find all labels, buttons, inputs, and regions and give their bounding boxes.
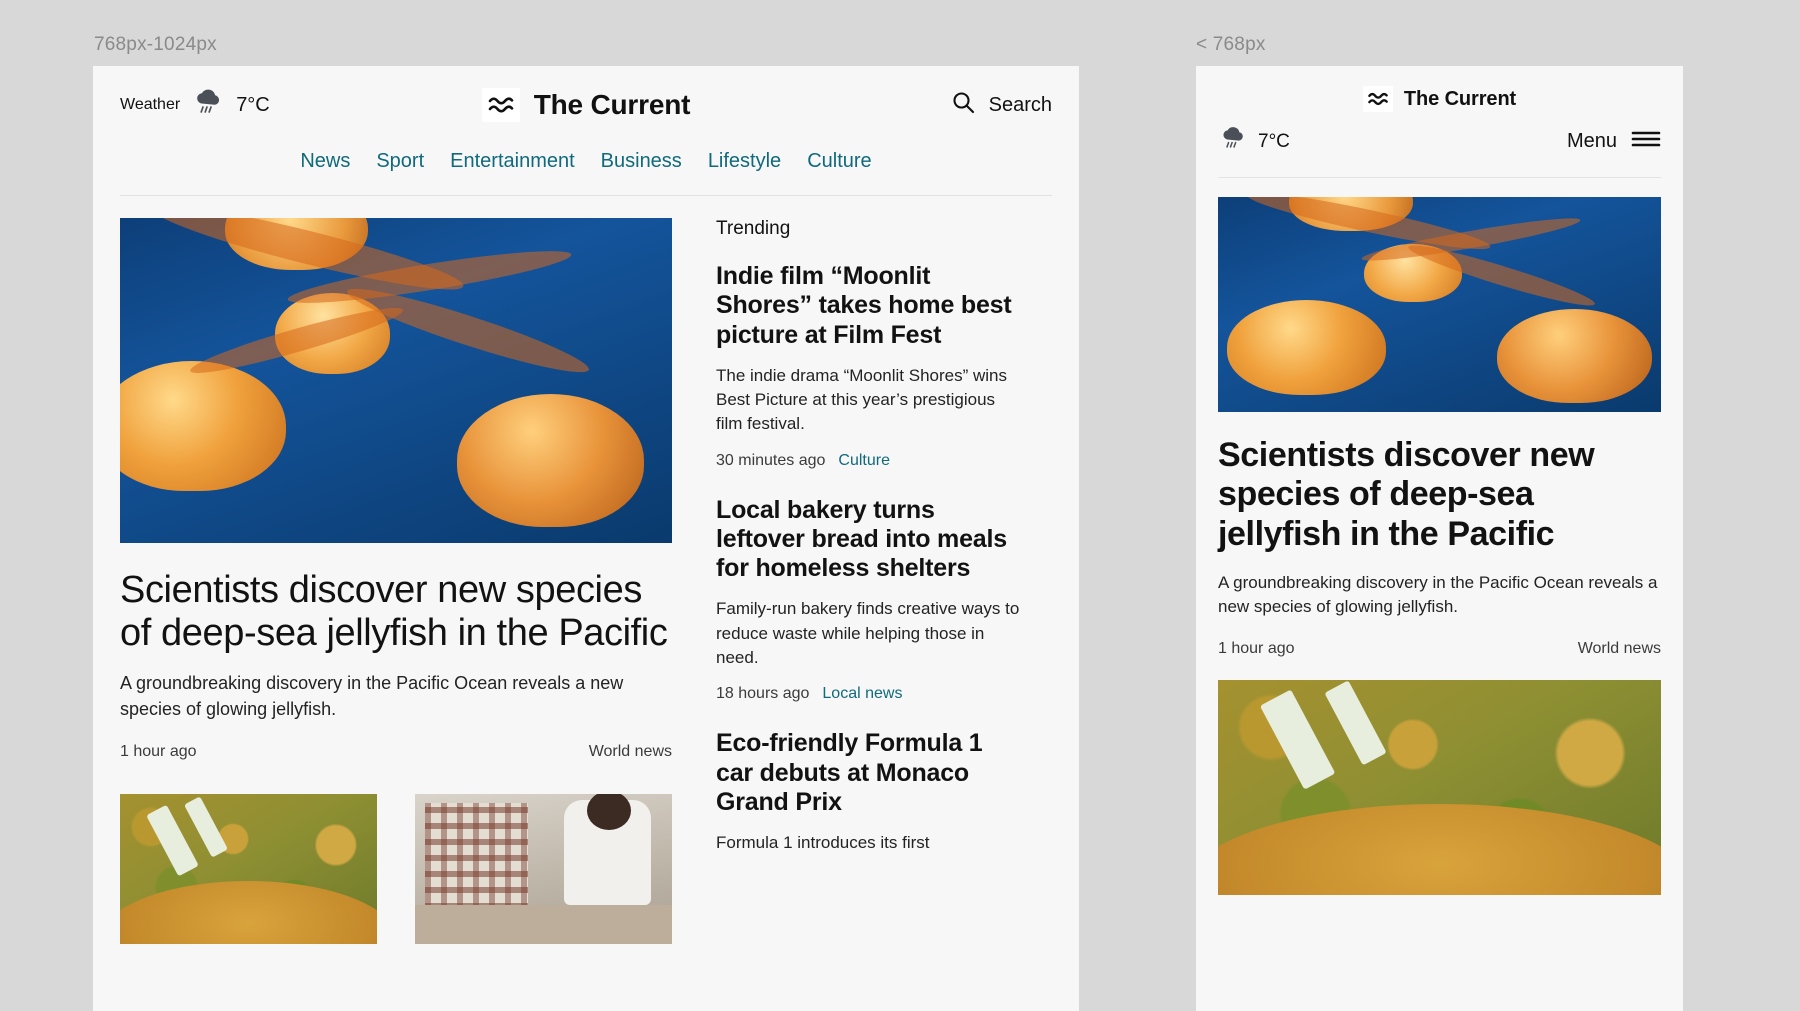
wave-logo-icon <box>481 88 520 122</box>
secondary-thumbnails <box>120 794 672 945</box>
lead-story-meta: 1 hour ago World news <box>1218 640 1661 658</box>
mobile-content: Scientists discover new species of deep-… <box>1196 178 1683 895</box>
trending-headline[interactable]: Eco-friendly Formula 1 car debuts at Mon… <box>716 729 1022 817</box>
nav-item-business[interactable]: Business <box>601 150 682 173</box>
temperature-value: 7°C <box>236 93 270 116</box>
lead-story-category[interactable]: World news <box>589 743 672 761</box>
trending-meta: 18 hours ago Local news <box>716 685 1022 703</box>
trending-item[interactable]: Local bakery turns leftover bread into m… <box>716 496 1022 704</box>
trending-standfirst: The indie drama “Moonlit Shores” wins Be… <box>716 365 1008 434</box>
trending-meta: 30 minutes ago Culture <box>716 452 1022 470</box>
nav-item-lifestyle[interactable]: Lifestyle <box>708 150 781 173</box>
rain-cloud-icon <box>1218 124 1248 159</box>
menu-button[interactable]: Menu <box>1567 129 1661 154</box>
weather-widget[interactable]: Weather 7°C <box>120 86 270 125</box>
tablet-topbar: Weather 7°C The Current Search <box>93 66 1079 144</box>
temperature-value: 7°C <box>1258 130 1290 152</box>
trending-kicker: Trending <box>716 218 791 239</box>
tablet-content: Scientists discover new species of deep-… <box>93 196 1079 945</box>
thumbnail-bakery[interactable] <box>415 794 672 945</box>
breakpoint-label-tablet: 768px-1024px <box>94 34 217 55</box>
brand-name: The Current <box>533 89 691 120</box>
lead-story-time: 1 hour ago <box>1218 639 1295 657</box>
trending-headline[interactable]: Local bakery turns leftover bread into m… <box>716 496 1022 584</box>
trending-standfirst: Formula 1 introduces its first <box>716 833 930 853</box>
lead-story-meta: 1 hour ago World news <box>120 743 672 761</box>
mobile-viewport: The Current 7°C Menu Scientists discover… <box>1196 66 1683 1011</box>
mobile-brand-lockup: The Current <box>1196 66 1683 124</box>
screenshot-stage: 768px-1024px < 768px Weather 7°C The Cur… <box>0 0 1800 1011</box>
trending-sidebar: Trending Indie film “Moonlit Shores” tak… <box>716 218 1022 944</box>
search-button[interactable]: Search <box>951 90 1052 120</box>
nav-item-entertainment[interactable]: Entertainment <box>450 150 575 173</box>
mobile-topbar: 7°C Menu <box>1196 124 1683 177</box>
nav-item-sport[interactable]: Sport <box>376 150 424 173</box>
tablet-viewport: Weather 7°C The Current Search News Spor… <box>93 66 1079 1011</box>
lead-story-time: 1 hour ago <box>120 743 197 761</box>
wave-logo-icon <box>1362 86 1393 112</box>
trending-category[interactable]: Culture <box>838 452 890 470</box>
lead-story-standfirst: A groundbreaking discovery in the Pacifi… <box>120 673 624 719</box>
nav-item-culture[interactable]: Culture <box>807 150 871 173</box>
trending-headline[interactable]: Indie film “Moonlit Shores” takes home b… <box>716 262 1022 350</box>
rain-cloud-icon <box>191 86 225 125</box>
hamburger-icon <box>1631 129 1661 154</box>
weather-label: Weather <box>120 96 181 113</box>
thumbnail-pasta[interactable] <box>1218 679 1661 895</box>
lead-story[interactable]: Scientists discover new species of deep-… <box>120 218 672 945</box>
search-label: Search <box>988 93 1052 116</box>
lead-story-image[interactable] <box>120 218 672 543</box>
weather-widget[interactable]: 7°C <box>1218 124 1290 159</box>
brand-name: The Current <box>1403 87 1517 110</box>
menu-label: Menu <box>1566 130 1617 152</box>
breakpoint-label-mobile: < 768px <box>1196 34 1266 55</box>
thumbnail-pasta[interactable] <box>120 794 377 945</box>
trending-standfirst: Family-run bakery finds creative ways to… <box>716 599 1020 667</box>
trending-item[interactable]: Eco-friendly Formula 1 car debuts at Mon… <box>716 729 1022 855</box>
trending-item[interactable]: Indie film “Moonlit Shores” takes home b… <box>716 262 1022 470</box>
lead-story-headline[interactable]: Scientists discover new species of deep-… <box>120 569 672 654</box>
lead-story-headline[interactable]: Scientists discover new species of deep-… <box>1218 436 1661 554</box>
nav-item-news[interactable]: News <box>300 150 350 173</box>
lead-story-standfirst: A groundbreaking discovery in the Pacifi… <box>1218 573 1658 617</box>
search-icon <box>951 90 976 120</box>
lead-story-category[interactable]: World news <box>1578 640 1661 658</box>
lead-story-image[interactable] <box>1218 197 1661 412</box>
primary-nav: News Sport Entertainment Business Lifest… <box>93 144 1079 195</box>
trending-category[interactable]: Local news <box>822 685 902 703</box>
trending-time: 18 hours ago <box>716 685 810 703</box>
trending-time: 30 minutes ago <box>716 451 826 469</box>
